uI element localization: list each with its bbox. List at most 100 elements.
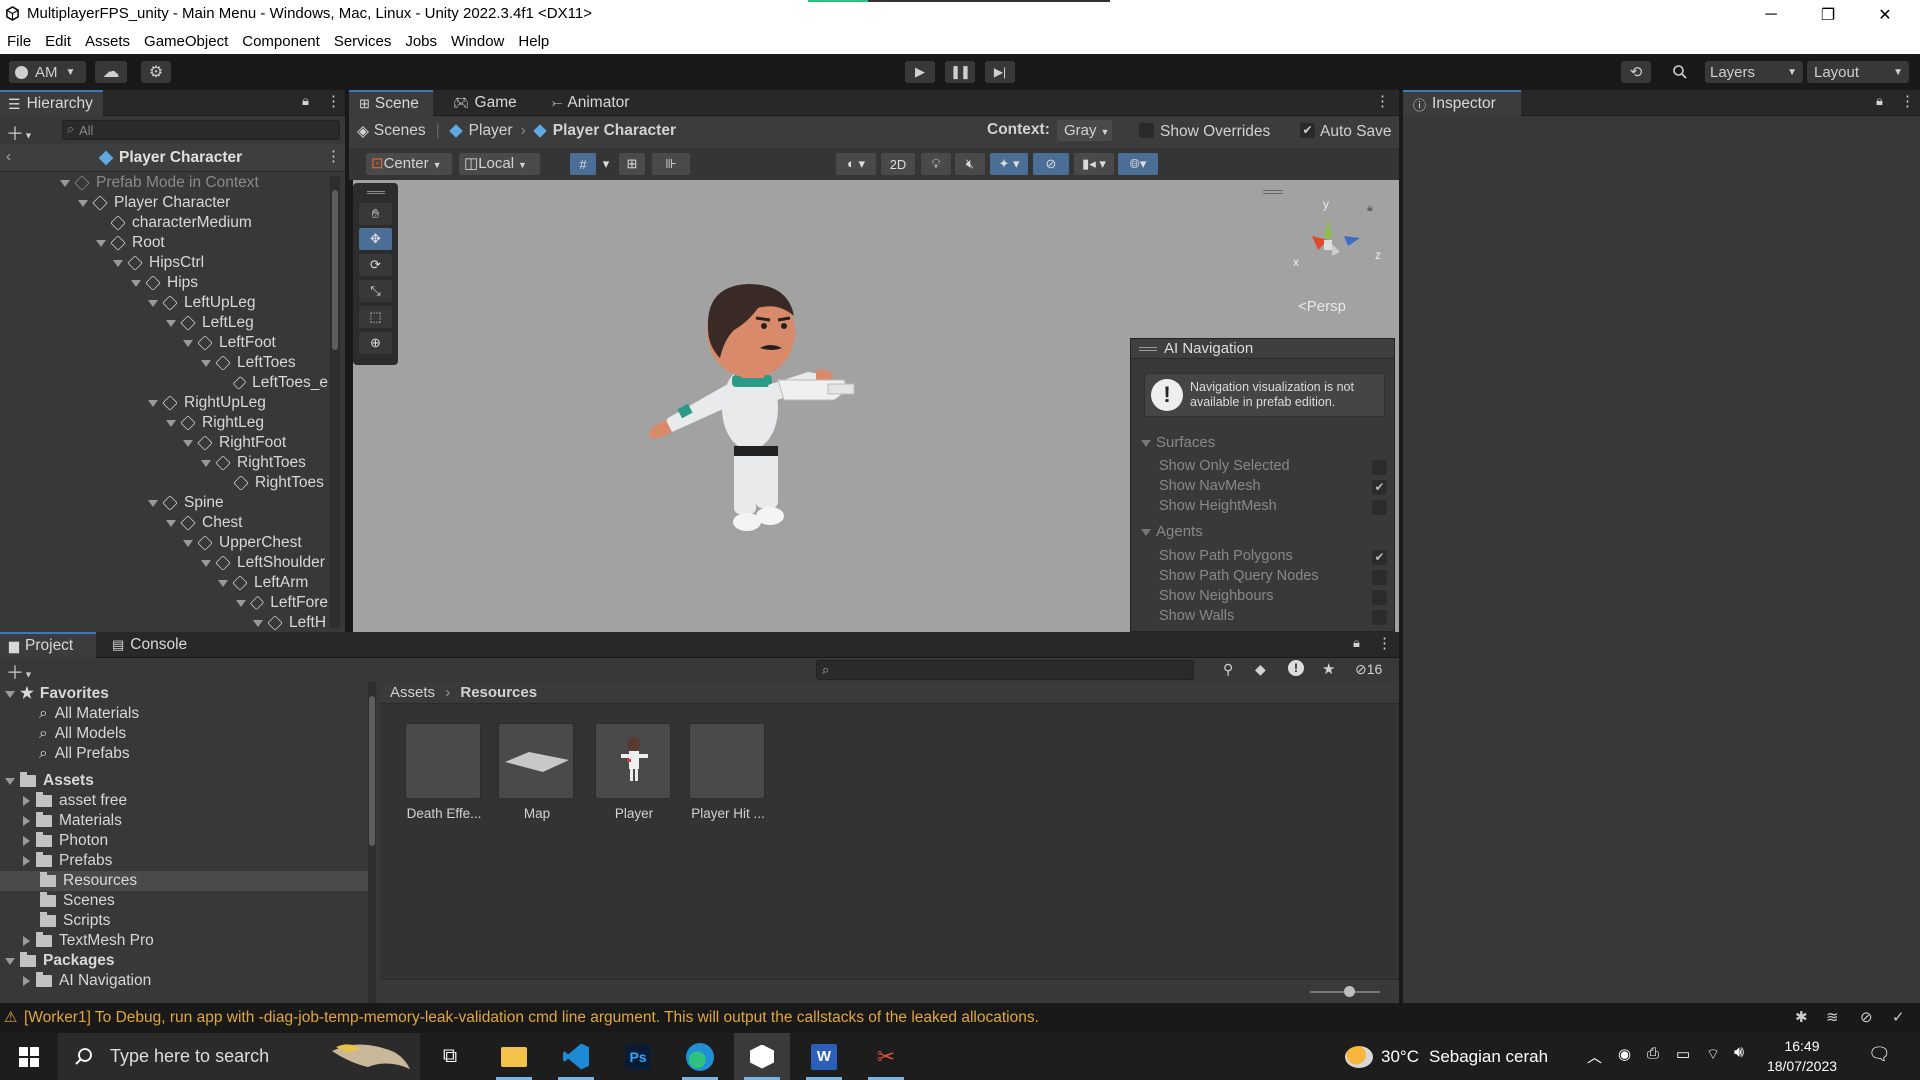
chevron-down-icon[interactable]: ▾ [598, 153, 614, 175]
scrollbar-thumb[interactable] [332, 190, 338, 350]
add-button[interactable]: ＋▼ [6, 120, 33, 146]
rotate-tool[interactable]: ⟳ [359, 254, 392, 276]
scrollbar-thumb[interactable] [369, 696, 375, 846]
more-options-icon[interactable]: ⋮ [1377, 634, 1392, 652]
lock-icon[interactable]: 🔒︎ [1367, 202, 1373, 215]
play-button[interactable]: ▶ [905, 61, 935, 83]
lighting-toggle[interactable]: 💡︎ [921, 153, 951, 175]
grid-options-button[interactable]: ⊪ [652, 153, 690, 175]
word-button[interactable]: W [796, 1033, 852, 1080]
battery-icon[interactable]: ▭ [1676, 1045, 1690, 1063]
folder-item[interactable]: Prefabs [0, 851, 368, 871]
vscode-button[interactable] [548, 1033, 604, 1080]
alert-icon[interactable]: ! [1288, 660, 1304, 676]
shading-mode-button[interactable]: ◐ ▾ [836, 153, 876, 175]
tab-inspector[interactable]: ⓘ Inspector [1403, 90, 1521, 116]
debug-icon[interactable]: ✱ [1795, 1008, 1808, 1026]
tree-item[interactable]: LeftUpLeg [0, 293, 328, 313]
auto-save-checkbox[interactable]: ✔ [1300, 123, 1315, 138]
gizmos-button[interactable]: 🌐︎▾ [1118, 153, 1158, 175]
cache-icon[interactable]: ≋ [1826, 1008, 1839, 1026]
tab-game[interactable]: 🎮︎ Game [453, 90, 517, 116]
clock[interactable]: 16:49 18/07/2023 [1766, 1036, 1838, 1076]
increment-snap-button[interactable]: ⊞ [619, 153, 645, 175]
cloud-button[interactable]: ☁ [95, 61, 127, 83]
tree-item[interactable]: LeftH [0, 613, 328, 633]
pause-button[interactable]: ❚❚ [945, 61, 975, 83]
tree-item[interactable]: Hips [0, 273, 328, 293]
orientation-gizmo[interactable] [1288, 200, 1378, 272]
tree-item[interactable]: characterMedium [0, 213, 328, 233]
step-button[interactable]: ▶| [985, 61, 1015, 83]
menu-assets[interactable]: Assets [85, 33, 130, 50]
breadcrumb-player[interactable]: Player [469, 122, 513, 140]
tree-item[interactable]: LeftShoulder [0, 553, 328, 573]
tree-item[interactable]: Prefab Mode in Context [0, 173, 328, 193]
search-button[interactable] [1666, 61, 1694, 83]
tree-item[interactable]: LeftLeg [0, 313, 328, 333]
folder-item-selected[interactable]: Resources [0, 871, 368, 891]
more-options-icon[interactable]: ⋮ [1900, 92, 1915, 110]
tree-item[interactable]: LeftArm [0, 573, 328, 593]
maximize-button[interactable]: ❐ [1805, 0, 1851, 29]
gizmo-drag-handle[interactable] [1263, 190, 1283, 194]
transform-tool[interactable]: ⊕ [359, 332, 392, 354]
tree-item[interactable]: RightToes [0, 453, 328, 473]
close-window-button[interactable]: ✕ [1862, 0, 1908, 29]
folder-item[interactable]: Scripts [0, 911, 368, 931]
asset-item[interactable]: Player Hit ... [689, 723, 767, 821]
asset-item[interactable]: Player [595, 723, 673, 821]
favorite-item[interactable]: ⌕ All Materials [0, 704, 368, 724]
minimize-button[interactable]: ─ [1748, 0, 1794, 29]
project-search-input[interactable]: ⌕ [816, 660, 1194, 680]
menu-services[interactable]: Services [334, 33, 392, 50]
icon-size-slider[interactable] [1310, 986, 1380, 997]
packages-foldout[interactable]: Packages [0, 951, 368, 971]
show-path-polygons-checkbox[interactable]: ✔ [1372, 550, 1387, 565]
tree-item[interactable]: RightUpLeg [0, 393, 328, 413]
pivot-dropdown[interactable]: ⊡Center ▼ [366, 153, 452, 175]
favorite-item[interactable]: ⌕ All Prefabs [0, 744, 368, 764]
wifi-icon[interactable]: ⌔ [1706, 1045, 1720, 1064]
tree-item[interactable]: RightLeg [0, 413, 328, 433]
menu-jobs[interactable]: Jobs [405, 33, 437, 50]
tree-item[interactable]: Spine [0, 493, 328, 513]
context-dropdown[interactable]: Gray ▼ [1057, 120, 1112, 141]
history-button[interactable]: ⟲ [1621, 61, 1651, 83]
tab-scene[interactable]: ⊞ Scene [349, 90, 433, 116]
2d-toggle[interactable]: 2D [881, 153, 915, 175]
tree-item[interactable]: Root [0, 233, 328, 253]
tree-item[interactable]: Chest [0, 513, 328, 533]
scale-tool[interactable]: ⤡ [359, 280, 392, 302]
notifications-icon[interactable]: 🗨︎ [1868, 1044, 1891, 1065]
tree-item[interactable]: LeftFore [0, 593, 328, 613]
back-arrow-icon[interactable]: ‹ [6, 148, 11, 165]
hierarchy-scrollbar[interactable] [330, 176, 340, 628]
folder-item[interactable]: TextMesh Pro [0, 931, 368, 951]
tree-item[interactable]: LeftToes [0, 353, 328, 373]
edge-button[interactable] [672, 1033, 728, 1080]
folder-item[interactable]: Scenes [0, 891, 368, 911]
task-view-button[interactable]: ⧉ [422, 1033, 478, 1080]
lock-icon[interactable]: 🔒︎ [302, 93, 309, 109]
space-dropdown[interactable]: ◫Local ▼ [459, 153, 540, 175]
lock-icon[interactable]: 🔒︎ [1353, 635, 1360, 651]
volume-icon[interactable]: 🔊︎ [1734, 1044, 1744, 1062]
tree-item[interactable]: LeftFoot [0, 333, 328, 353]
network-off-icon[interactable]: ⊘ [1860, 1008, 1873, 1026]
slider-thumb[interactable] [1344, 986, 1355, 997]
tree-item[interactable]: RightToes [0, 473, 328, 493]
tree-item[interactable]: LeftToes_e [0, 373, 328, 393]
show-neighbours-checkbox[interactable] [1372, 590, 1387, 605]
breadcrumb-player-character[interactable]: Player Character [553, 122, 676, 140]
tree-item[interactable]: RightFoot [0, 433, 328, 453]
layers-dropdown[interactable]: Layers ▼ [1705, 61, 1803, 83]
layout-dropdown[interactable]: Layout ▼ [1807, 61, 1909, 83]
filter-type-icon[interactable]: ⚲ [1223, 661, 1233, 678]
effects-toggle[interactable]: ✦ ▾ [990, 153, 1028, 175]
show-only-selected-checkbox[interactable] [1372, 460, 1387, 475]
asset-item[interactable]: Map [498, 723, 576, 821]
tree-item[interactable]: HipsCtrl [0, 253, 328, 273]
show-path-query-nodes-checkbox[interactable] [1372, 570, 1387, 585]
photoshop-button[interactable]: Ps [610, 1033, 666, 1080]
